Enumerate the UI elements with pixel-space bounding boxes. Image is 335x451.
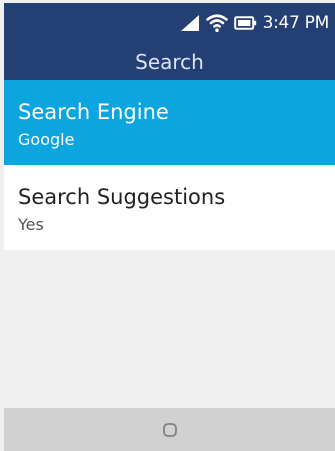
clock: 3:47 PM	[262, 13, 330, 33]
empty-list-area	[4, 250, 335, 408]
softkey-bar	[4, 408, 335, 451]
search-engine-setting[interactable]: Search Engine Google	[4, 80, 335, 165]
search-suggestions-setting[interactable]: Search Suggestions Yes	[4, 165, 335, 250]
settings-list: Search Engine Google Search Suggestions …	[4, 80, 335, 250]
setting-label: Search Suggestions	[18, 185, 226, 209]
page-title: Search	[135, 50, 204, 74]
battery-icon	[233, 16, 256, 30]
phone-screen: 3:47 PM Search Search Engine Google Sear…	[4, 3, 335, 451]
setting-value: Google	[18, 130, 75, 149]
app-header: 3:47 PM Search	[4, 3, 335, 80]
status-bar: 3:47 PM	[4, 3, 335, 39]
status-icons: 3:47 PM	[180, 12, 329, 34]
signal-icon	[180, 15, 199, 31]
setting-value: Yes	[18, 215, 44, 234]
circle-select-icon[interactable]	[162, 422, 178, 438]
setting-label: Search Engine	[18, 100, 169, 124]
wifi-icon	[205, 14, 228, 32]
